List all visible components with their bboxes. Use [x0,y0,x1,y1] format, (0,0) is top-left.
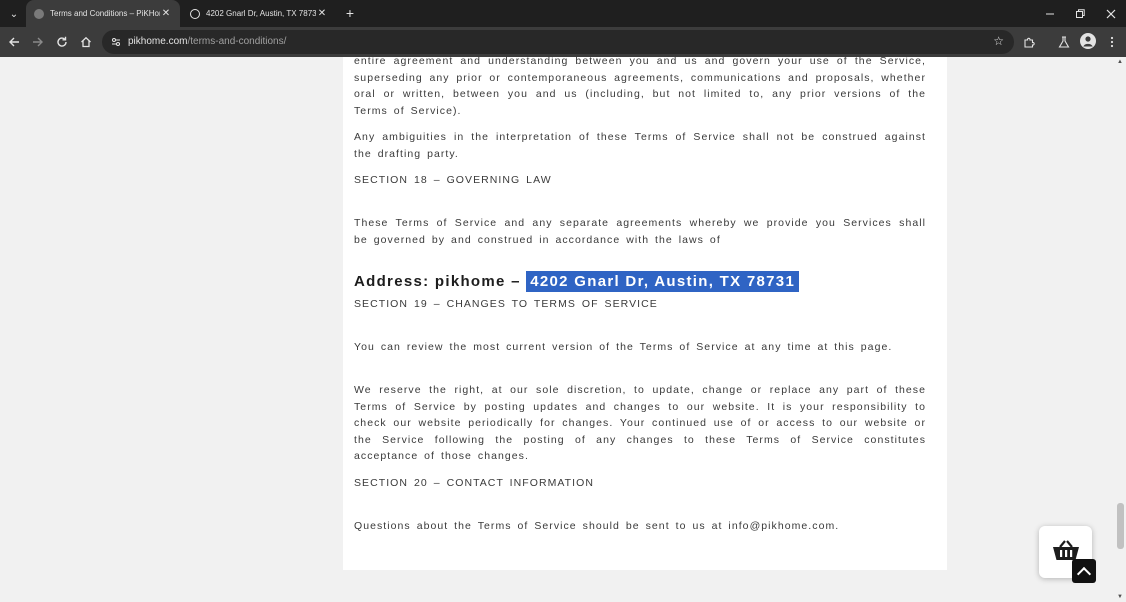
address-bar[interactable]: pikhome.com/terms-and-conditions/ ☆ [102,30,1014,54]
tab-address-search[interactable]: 4202 Gnarl Dr, Austin, TX 78731 ✕ [182,0,336,27]
profile-avatar-icon[interactable] [1080,33,1096,49]
site-info-tune-icon[interactable] [108,34,124,50]
paragraph-reserve-right: We reserve the right, at our sole discre… [354,384,926,463]
paragraph-review-version: You can review the most current version … [354,341,893,353]
paragraph-entire-agreement: entire agreement and understanding betwe… [354,57,926,117]
address-heading: Address: pikhome – 4202 Gnarl Dr, Austin… [354,271,800,292]
tab-terms-and-conditions[interactable]: Terms and Conditions – PiKHome ✕ [26,0,180,27]
extensions-puzzle-icon[interactable] [1019,32,1039,52]
page-viewport: entire agreement and understanding betwe… [0,57,1115,602]
tab-search-chevron-down-icon[interactable]: ⌄ [4,4,24,24]
browser-toolbar: pikhome.com/terms-and-conditions/ ☆ [0,27,1126,57]
address-highlight[interactable]: 4202 Gnarl Dr, Austin, TX 78731 [526,271,800,292]
page-scrollbar[interactable]: ▲ ▼ [1115,57,1126,602]
lab-flask-icon[interactable] [1054,32,1074,52]
home-icon[interactable] [76,32,96,52]
minimize-icon[interactable] [1035,0,1065,27]
paragraph-governing-law: These Terms of Service and any separate … [354,217,926,246]
google-favicon-icon [190,8,200,19]
section-heading-18: SECTION 18 – GOVERNING LAW [354,174,552,186]
scroll-down-arrow-icon[interactable]: ▼ [1117,594,1123,600]
bookmark-star-icon[interactable]: ☆ [993,34,1004,48]
new-tab-plus-icon[interactable]: + [342,4,358,22]
terms-article: entire agreement and understanding betwe… [343,57,947,570]
paragraph-contact: Questions about the Terms of Service sho… [354,520,840,532]
url-domain: pikhome.com [128,36,188,47]
back-to-top-button[interactable] [1072,559,1096,583]
tab-title: Terms and Conditions – PiKHome [50,9,160,18]
reload-icon[interactable] [52,32,72,52]
scroll-up-arrow-icon[interactable]: ▲ [1117,59,1123,65]
browser-tab-strip: ⌄ Terms and Conditions – PiKHome ✕ 4202 … [0,0,1126,27]
back-arrow-icon[interactable] [4,32,24,52]
tab-close-icon[interactable]: ✕ [316,8,328,19]
close-window-icon[interactable] [1096,0,1126,27]
url-path: /terms-and-conditions/ [187,36,287,47]
section-heading-20: SECTION 20 – CONTACT INFORMATION [354,477,594,489]
url-text[interactable]: pikhome.com/terms-and-conditions/ [128,36,286,47]
address-prefix: Address: pikhome – [354,273,527,290]
forward-arrow-icon[interactable] [28,32,48,52]
scrollbar-thumb[interactable] [1117,503,1124,549]
tab-title: 4202 Gnarl Dr, Austin, TX 78731 [206,9,316,18]
restore-window-icon[interactable] [1065,0,1095,27]
more-menu-icon[interactable] [1102,32,1122,52]
section-heading-19: SECTION 19 – CHANGES TO TERMS OF SERVICE [354,298,658,310]
paragraph-ambiguities: Any ambiguities in the interpretation of… [354,131,926,160]
globe-favicon-icon [34,8,44,19]
tab-close-icon[interactable]: ✕ [160,8,172,19]
